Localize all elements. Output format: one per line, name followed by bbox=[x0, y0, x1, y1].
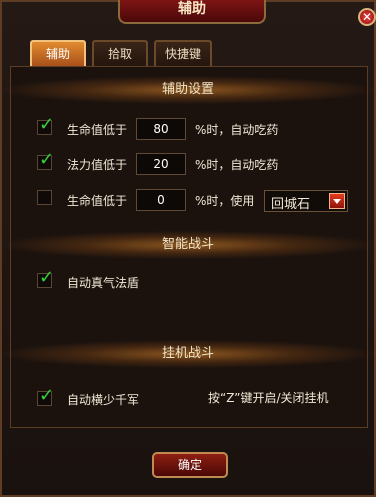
hp-return-suffix: %时，使用 bbox=[195, 194, 255, 208]
mp-threshold-suffix: %时，自动吃药 bbox=[195, 158, 279, 172]
tab-assist[interactable]: 辅助 bbox=[30, 40, 86, 66]
hp-threshold-input[interactable]: 80 bbox=[136, 118, 186, 140]
check-icon: ✓ bbox=[39, 267, 55, 288]
hp-return-label: 生命值低于 bbox=[67, 194, 128, 208]
hp-return-input[interactable]: 0 bbox=[136, 189, 186, 211]
assist-settings-window: 辅助 ✕ 辅助 拾取 快捷键 辅助设置 ✓ 生命值低于 80 %时，自动吃药 ✓… bbox=[0, 0, 376, 497]
checkbox-hp-return[interactable] bbox=[37, 190, 52, 205]
auto-skill-label: 自动横少千军 bbox=[67, 393, 140, 407]
section-title-smart-combat: 智能战斗 bbox=[2, 231, 374, 259]
auto-shield-label: 自动真气法盾 bbox=[67, 276, 140, 290]
section-title-assist: 辅助设置 bbox=[2, 76, 374, 104]
chevron-down-icon[interactable] bbox=[329, 193, 345, 209]
confirm-button[interactable]: 确定 bbox=[152, 452, 228, 478]
checkbox-hp-potion[interactable]: ✓ bbox=[37, 116, 54, 135]
checkbox-auto-skill[interactable]: ✓ bbox=[37, 387, 54, 406]
idle-hotkey-hint: 按“Z”键开启/关闭挂机 bbox=[208, 391, 329, 405]
check-icon: ✓ bbox=[39, 149, 55, 170]
check-icon: ✓ bbox=[39, 114, 55, 135]
window-title: 辅助 bbox=[118, 0, 266, 24]
return-item-value: 回城石 bbox=[271, 197, 311, 212]
return-item-select[interactable]: 回城石 bbox=[264, 190, 348, 212]
hp-threshold-suffix: %时，自动吃药 bbox=[195, 123, 279, 137]
close-icon[interactable]: ✕ bbox=[358, 8, 376, 26]
hp-threshold-label: 生命值低于 bbox=[67, 123, 128, 137]
checkbox-mp-potion[interactable]: ✓ bbox=[37, 151, 54, 170]
mp-threshold-label: 法力值低于 bbox=[67, 158, 128, 172]
mp-threshold-input[interactable]: 20 bbox=[136, 153, 186, 175]
section-title-idle-combat: 挂机战斗 bbox=[2, 340, 374, 368]
tab-hotkeys[interactable]: 快捷键 bbox=[154, 40, 212, 66]
tab-pickup[interactable]: 拾取 bbox=[92, 40, 148, 66]
check-icon: ✓ bbox=[39, 385, 55, 406]
checkbox-auto-shield[interactable]: ✓ bbox=[37, 269, 54, 288]
